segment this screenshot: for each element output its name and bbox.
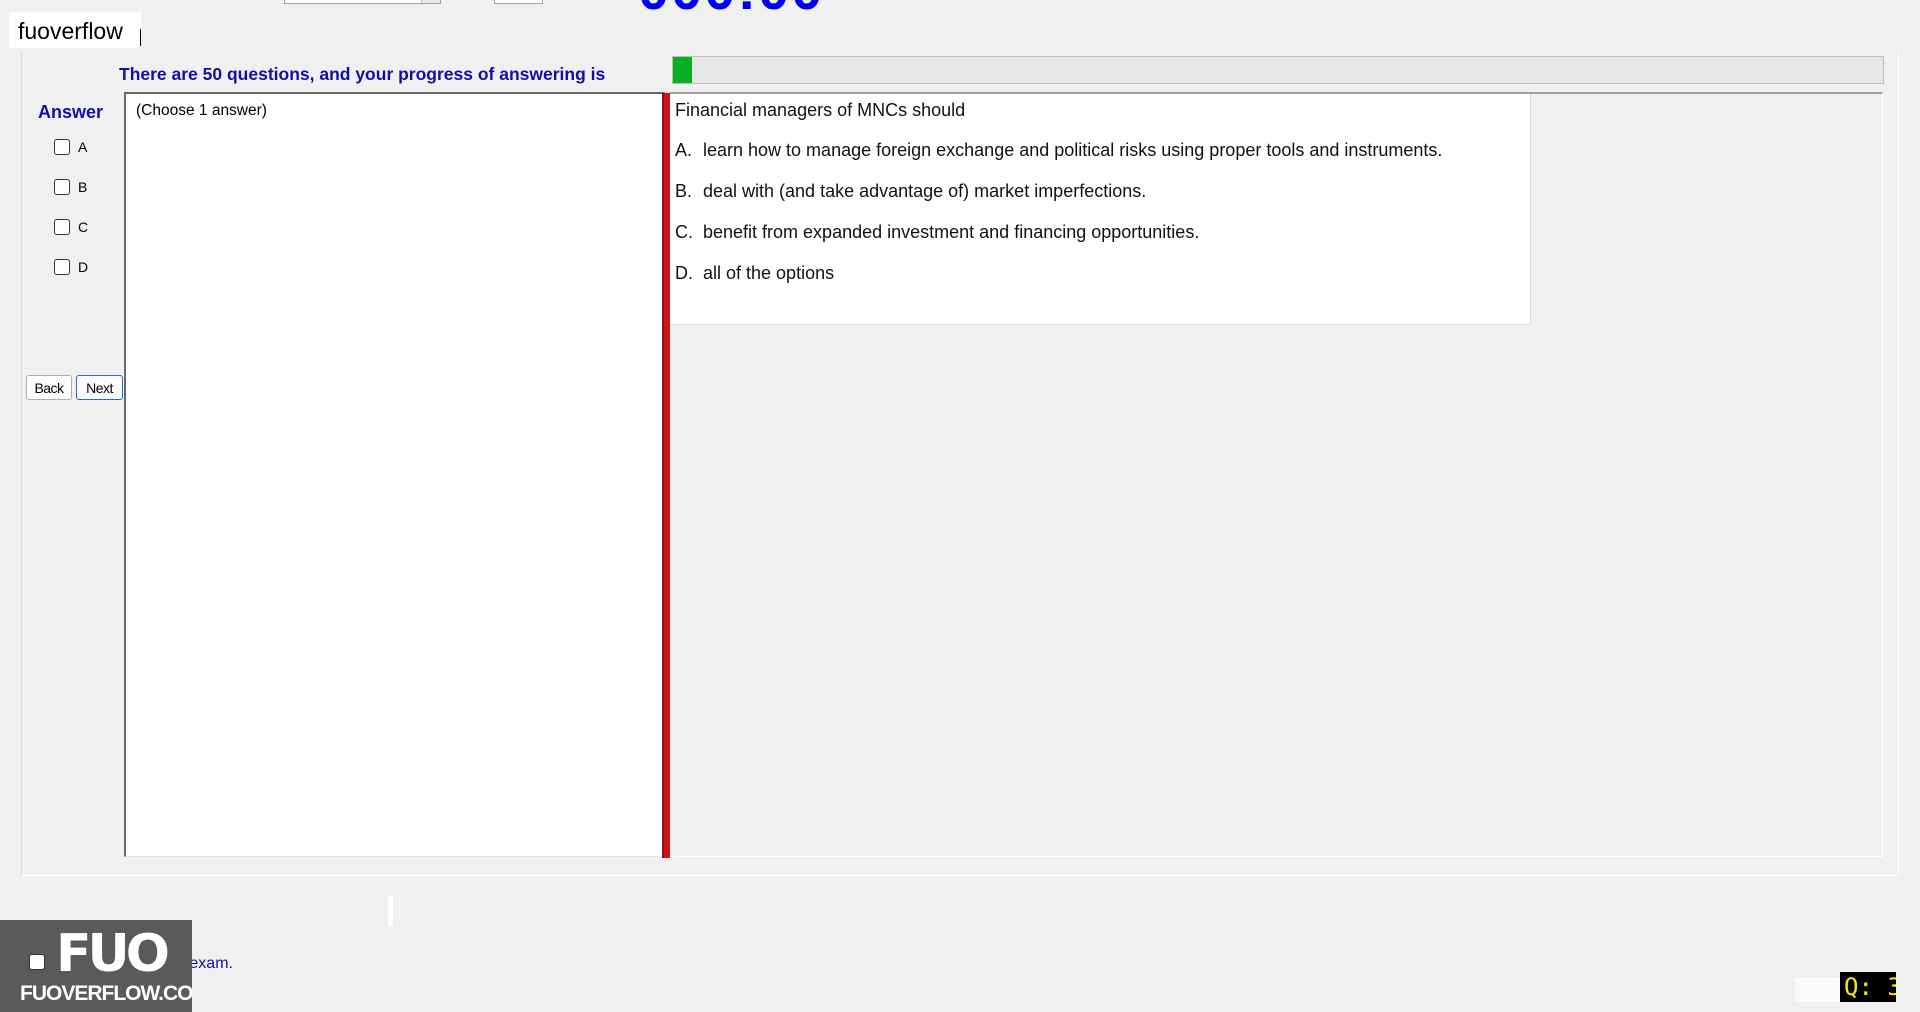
back-button[interactable]: Back (26, 375, 72, 400)
choice-text: benefit from expanded investment and fin… (703, 222, 1200, 242)
answer-heading: Answer (38, 102, 104, 122)
choice-letter: C. (675, 222, 693, 242)
choice-text: deal with (and take advantage of) market… (703, 181, 1147, 201)
choice-d: D. all of the options (675, 263, 834, 284)
answer-option-d[interactable]: D (54, 258, 88, 276)
text-cursor-mark (388, 896, 393, 926)
question-number-indicator: Q: 3 (1840, 972, 1896, 1002)
checkbox-c[interactable] (54, 219, 70, 235)
checkbox-b[interactable] (54, 179, 70, 195)
answer-option-c[interactable]: C (54, 218, 88, 236)
checkbox-d[interactable] (54, 259, 70, 275)
choose-hint: (Choose 1 answer) (136, 102, 267, 119)
option-label-a: A (78, 139, 88, 155)
choice-letter: D. (675, 263, 693, 283)
top-spinner[interactable] (494, 0, 543, 4)
logo-site-text: FUOVERFLOW.COM (20, 982, 192, 1005)
top-combo-box[interactable] (284, 0, 441, 4)
bottom-field (1795, 978, 1843, 1002)
finish-exam-checkbox[interactable] (29, 954, 45, 970)
checkbox-a[interactable] (54, 139, 70, 155)
choice-text: all of the options (703, 263, 835, 283)
option-label-b: B (78, 179, 88, 195)
answer-option-a[interactable]: A (54, 138, 87, 156)
next-button[interactable]: Next (76, 375, 123, 400)
option-label-c: C (78, 219, 89, 235)
exam-timer: 000:00 (638, 0, 824, 14)
choice-a: A. learn how to manage foreign exchange a… (675, 140, 1442, 161)
logo-mark: FUO (56, 924, 170, 984)
progress-label: There are 50 questions, and your progres… (119, 64, 606, 84)
choice-b: B. deal with (and take advantage of) mark… (675, 181, 1146, 202)
choice-c: C. benefit from expanded investment and f… (675, 222, 1199, 243)
choice-text: learn how to manage foreign exchange and… (703, 140, 1443, 160)
choice-letter: B. (675, 181, 693, 201)
question-box: Financial managers of MNCs should A. lear… (670, 94, 1531, 325)
option-label-d: D (78, 259, 89, 275)
answer-option-b[interactable]: B (54, 178, 87, 196)
answer-text-box[interactable]: (Choose 1 answer) (124, 92, 665, 857)
progress-bar (672, 56, 1884, 84)
progress-bar-fill (673, 57, 693, 83)
text-caret (140, 29, 141, 46)
question-stem: Financial managers of MNCs should (675, 100, 966, 120)
choice-letter: A. (675, 140, 693, 160)
panel-splitter[interactable] (662, 93, 670, 858)
brand-label: fuoverflow (9, 12, 141, 48)
